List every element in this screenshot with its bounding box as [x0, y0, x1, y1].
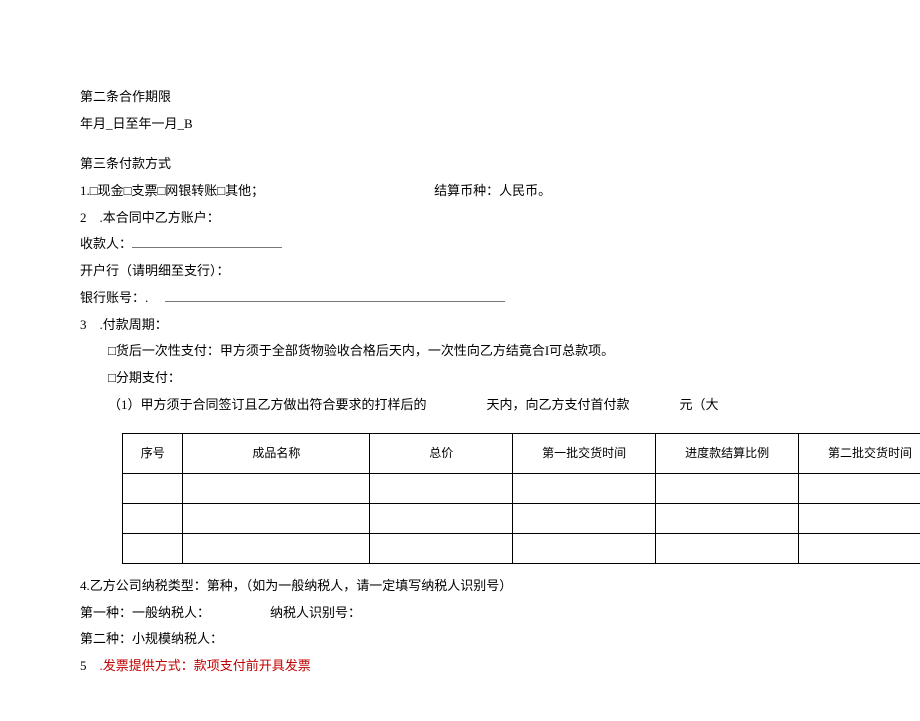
tax-type1: 第一种：一般纳税人： 纳税人识别号：	[80, 601, 840, 626]
cell[interactable]	[183, 534, 370, 564]
payee-label: 收款人：	[80, 236, 132, 251]
table-row	[123, 504, 920, 534]
th-ratio: 进度款结算比例	[656, 434, 799, 474]
item3-sub1: （1）甲方须于合同签订且乙方做出符合要求的打样后的 天内，向乙方支付首付款 元（大	[80, 393, 840, 418]
cell[interactable]	[513, 534, 656, 564]
type1-a: 第一种：一般纳税人：	[80, 605, 210, 620]
cell[interactable]	[123, 504, 183, 534]
sub1-a: （1）甲方须于合同签订且乙方做出符合要求的打样后的	[108, 397, 427, 412]
cell[interactable]	[656, 504, 799, 534]
account-line: 银行账号：.	[80, 286, 840, 311]
cell[interactable]	[123, 534, 183, 564]
item1-right: 结算币种：人民币。	[434, 179, 551, 204]
cell[interactable]	[799, 534, 920, 564]
item5-num: 5	[80, 658, 100, 673]
article3-title: 第三条付款方式	[80, 152, 840, 177]
schedule-table: 序号 成品名称 总价 第一批交货时间 进度款结算比例 第二批交货时间	[122, 433, 920, 564]
cell[interactable]	[656, 474, 799, 504]
cell[interactable]	[370, 504, 513, 534]
item5-text: .发票提供方式：款项支付前开具发票	[100, 658, 311, 673]
sub1-c: 元（大	[680, 397, 719, 412]
th-total: 总价	[370, 434, 513, 474]
cell[interactable]	[370, 474, 513, 504]
cell[interactable]	[513, 474, 656, 504]
cell[interactable]	[183, 474, 370, 504]
cell[interactable]	[123, 474, 183, 504]
th-time1: 第一批交货时间	[513, 434, 656, 474]
blank-filler: .	[145, 290, 161, 305]
cell[interactable]	[799, 474, 920, 504]
item3-option1: □货后一次性支付：甲方须于全部货物验收合格后天内，一次性向乙方结竟合I可总款项。	[80, 339, 840, 364]
payee-line: 收款人：	[80, 232, 840, 257]
item1-left: 1.□现金□支票□网银转账□其他；	[80, 179, 264, 204]
table-header-row: 序号 成品名称 总价 第一批交货时间 进度款结算比例 第二批交货时间	[123, 434, 920, 474]
th-name: 成品名称	[183, 434, 370, 474]
article3-item1: 1.□现金□支票□网银转账□其他； 结算币种：人民币。	[80, 179, 840, 204]
table-row	[123, 474, 920, 504]
table-row	[123, 534, 920, 564]
item4: 4.乙方公司纳税类型：第种，（如为一般纳税人，请一定填写纳税人识别号）	[80, 574, 840, 599]
article2-title: 第二条合作期限	[80, 85, 840, 110]
item5: 5 .发票提供方式：款项支付前开具发票	[80, 654, 840, 679]
cell[interactable]	[370, 534, 513, 564]
cell[interactable]	[799, 504, 920, 534]
th-time2: 第二批交货时间	[799, 434, 920, 474]
cell[interactable]	[656, 534, 799, 564]
cell[interactable]	[513, 504, 656, 534]
item3-option2: □分期支付：	[80, 366, 840, 391]
account-label: 银行账号：	[80, 290, 145, 305]
sub1-b: 天内，向乙方支付首付款	[487, 397, 630, 412]
type1-b: 纳税人识别号：	[270, 605, 361, 620]
article2-date-range: 年月_日至年一月_B	[80, 112, 840, 137]
account-blank[interactable]	[165, 288, 505, 302]
bank-line: 开户行（请明细至支行）：	[80, 259, 840, 284]
article3-item3-intro: 3 .付款周期：	[80, 313, 840, 338]
tax-type2: 第二种：小规模纳税人：	[80, 627, 840, 652]
cell[interactable]	[183, 504, 370, 534]
th-seq: 序号	[123, 434, 183, 474]
payee-blank[interactable]	[132, 234, 282, 248]
article3-item2-intro: 2 .本合同中乙方账户：	[80, 206, 840, 231]
